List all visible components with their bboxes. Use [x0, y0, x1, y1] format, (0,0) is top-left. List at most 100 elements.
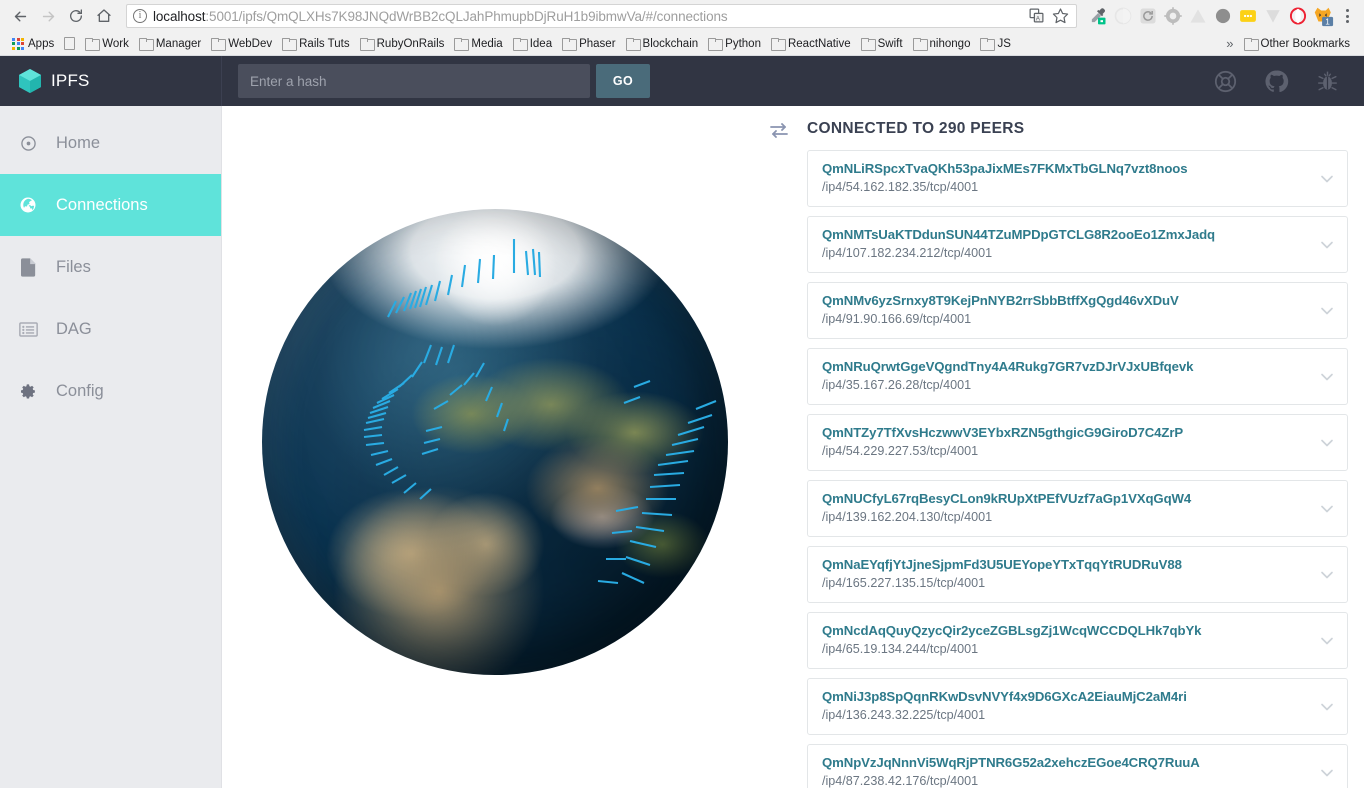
globe-panel[interactable]: [222, 106, 750, 788]
chevron-down-icon[interactable]: [1317, 631, 1337, 651]
bookmark-js[interactable]: JS: [976, 34, 1016, 54]
peer-info: QmNpVzJqNnnVi5WqRjPTNR6G52a2xehczEGoe4CR…: [822, 754, 1317, 788]
sidebar-item-files[interactable]: Files: [0, 236, 221, 298]
sidebar-item-connections[interactable]: Connections: [0, 174, 221, 236]
peer-hash: QmNpVzJqNnnVi5WqRjPTNR6G52a2xehczEGoe4CR…: [822, 755, 1200, 771]
bookmark-work[interactable]: Work: [81, 34, 135, 54]
chevron-down-icon[interactable]: [1317, 301, 1337, 321]
sidebar-item-dag[interactable]: DAG: [0, 298, 221, 360]
peer-row[interactable]: QmNaEYqfjYtJjneSjpmFd3U5UEYopeYTxTqqYtRU…: [807, 546, 1348, 603]
reload-icon[interactable]: [62, 2, 90, 30]
bookmark-python[interactable]: Python: [704, 34, 767, 54]
sync-extension-icon[interactable]: [1137, 5, 1159, 27]
folder-icon: [512, 38, 528, 51]
peer-row[interactable]: QmNMTsUaKTDdunSUN44TZuMPDpGTCLG8R2ooEo1Z…: [807, 216, 1348, 273]
bookmark-manager[interactable]: Manager: [135, 34, 207, 54]
bookmark-rails-tuts[interactable]: Rails Tuts: [278, 34, 356, 54]
bookmark-phaser[interactable]: Phaser: [558, 34, 621, 54]
app-logo[interactable]: IPFS: [0, 56, 222, 106]
folder-icon: [770, 38, 786, 51]
peer-address: /ip4/35.167.26.28/tcp/4001: [822, 378, 972, 393]
peer-info: QmNUCfyL67rqBesyCLon9kRUpXtPEfVUzf7aGp1V…: [822, 490, 1317, 526]
peer-row[interactable]: QmNTZy7TfXvsHczwwV3EYbxRZN5gthgicG9GiroD…: [807, 414, 1348, 471]
peer-info: QmNLiRSpcxTvaQKh53paJixMEs7FKMxTbGLNq7vz…: [822, 160, 1317, 196]
peer-row[interactable]: QmNMv6yzSrnxy8T9KejPnNYB2rrSbbBtffXgQgd4…: [807, 282, 1348, 339]
bookmark-webdev[interactable]: WebDev: [207, 34, 278, 54]
back-arrow-icon[interactable]: [6, 2, 34, 30]
file-icon: [18, 257, 38, 277]
bookmark-swift[interactable]: Swift: [857, 34, 909, 54]
search-input[interactable]: [238, 64, 590, 98]
folder-icon: [980, 38, 996, 51]
apps-grid-icon: [12, 37, 24, 50]
three-dot-menu-icon[interactable]: [1336, 3, 1358, 29]
opera-extension-icon[interactable]: [1287, 5, 1309, 27]
chevron-down-icon[interactable]: [1317, 565, 1337, 585]
bookmark-page[interactable]: [60, 34, 81, 54]
peer-address: /ip4/165.227.135.15/tcp/4001: [822, 576, 986, 591]
chevron-down-icon[interactable]: [1317, 169, 1337, 189]
circle-extension-icon[interactable]: [1212, 5, 1234, 27]
v-extension-icon[interactable]: [1262, 5, 1284, 27]
peer-row[interactable]: QmNUCfyL67rqBesyCLon9kRUpXtPEfVUzf7aGp1V…: [807, 480, 1348, 537]
sidebar-item-config[interactable]: Config: [0, 360, 221, 422]
address-bar[interactable]: i localhost:5001/ipfs/QmQLXHs7K98JNQdWrB…: [126, 4, 1077, 28]
chevron-down-icon[interactable]: [1317, 235, 1337, 255]
speech-bubble-extension-icon[interactable]: [1237, 5, 1259, 27]
header-icon-group: [1213, 69, 1364, 94]
url-path: :5001/ipfs/QmQLXHs7K98JNQdWrBB2cQLJahPhm…: [205, 8, 728, 24]
lifebuoy-icon[interactable]: [1213, 69, 1238, 94]
peer-row[interactable]: QmNRuQrwtGgeVQgndTny4A4Rukg7GR7vzDJrVJxU…: [807, 348, 1348, 405]
bug-icon[interactable]: [1315, 69, 1340, 94]
peer-spikes: [363, 239, 717, 585]
chevron-down-icon[interactable]: [1317, 697, 1337, 717]
bookmark-other-bookmarks[interactable]: Other Bookmarks: [1240, 34, 1356, 54]
peers-list[interactable]: QmNLiRSpcxTvaQKh53paJixMEs7FKMxTbGLNq7vz…: [807, 150, 1348, 788]
sidebar: Home Connections Files DAG Config: [0, 106, 222, 788]
bookmark-idea[interactable]: Idea: [509, 34, 558, 54]
folder-icon: [860, 38, 876, 51]
url-host: localhost: [153, 8, 206, 24]
bookmark-media[interactable]: Media: [450, 34, 508, 54]
forward-arrow-icon[interactable]: [34, 2, 62, 30]
peer-row[interactable]: QmNcdAqQuyQzycQir2yceZGBLsgZj1WcqWCCDQLH…: [807, 612, 1348, 669]
peer-row[interactable]: QmNpVzJqNnnVi5WqRjPTNR6G52a2xehczEGoe4CR…: [807, 744, 1348, 788]
gear-extension-icon[interactable]: [1162, 5, 1184, 27]
translate-icon[interactable]: A: [1028, 7, 1046, 25]
go-button[interactable]: GO: [596, 64, 650, 98]
contrast-extension-icon[interactable]: [1112, 5, 1134, 27]
sidebar-item-home[interactable]: Home: [0, 112, 221, 174]
target-icon: [18, 133, 38, 153]
hash-search-form: GO: [222, 64, 650, 98]
bookmark-label: Other Bookmarks: [1260, 37, 1350, 50]
github-icon[interactable]: [1264, 69, 1289, 94]
bookmark-blockchain[interactable]: Blockchain: [622, 34, 705, 54]
page-info-icon[interactable]: i: [133, 9, 147, 23]
peer-row[interactable]: QmNiJ3p8SpQqnRKwDsvNVYf4x9D6GXcA2EiauMjC…: [807, 678, 1348, 735]
bookmark-nihongo[interactable]: nihongo: [909, 34, 977, 54]
bookmarks-overflow-button[interactable]: »: [1220, 36, 1239, 51]
peer-row[interactable]: QmNLiRSpcxTvaQKh53paJixMEs7FKMxTbGLNq7vz…: [807, 150, 1348, 207]
peers-panel: CONNECTED TO 290 PEERS QmNLiRSpcxTvaQKh5…: [750, 106, 1364, 788]
folder-icon: [708, 38, 724, 51]
peer-hash: QmNTZy7TfXvsHczwwV3EYbxRZN5gthgicG9GiroD…: [822, 425, 1184, 441]
swap-arrows-icon[interactable]: [769, 122, 789, 140]
fox-extension-icon[interactable]: 1: [1312, 5, 1334, 27]
chevron-down-icon[interactable]: [1317, 433, 1337, 453]
eyedropper-extension-icon[interactable]: [1087, 5, 1109, 27]
peer-info: QmNTZy7TfXvsHczwwV3EYbxRZN5gthgicG9GiroD…: [822, 424, 1317, 460]
star-icon[interactable]: [1052, 7, 1070, 25]
bookmark-reactnative[interactable]: ReactNative: [767, 34, 857, 54]
bookmark-apps[interactable]: Apps: [8, 34, 60, 54]
peer-address: /ip4/65.19.134.244/tcp/4001: [822, 642, 979, 657]
bookmark-rubyonrails[interactable]: RubyOnRails: [356, 34, 451, 54]
drive-extension-icon[interactable]: [1187, 5, 1209, 27]
chevron-down-icon[interactable]: [1317, 763, 1337, 783]
bookmark-label: Rails Tuts: [299, 37, 350, 50]
home-icon[interactable]: [90, 2, 118, 30]
globe-visualization[interactable]: [226, 187, 746, 707]
bookmark-label: JS: [997, 37, 1011, 50]
peer-hash: QmNMTsUaKTDdunSUN44TZuMPDpGTCLG8R2ooEo1Z…: [822, 227, 1216, 243]
chevron-down-icon[interactable]: [1317, 367, 1337, 387]
chevron-down-icon[interactable]: [1317, 499, 1337, 519]
